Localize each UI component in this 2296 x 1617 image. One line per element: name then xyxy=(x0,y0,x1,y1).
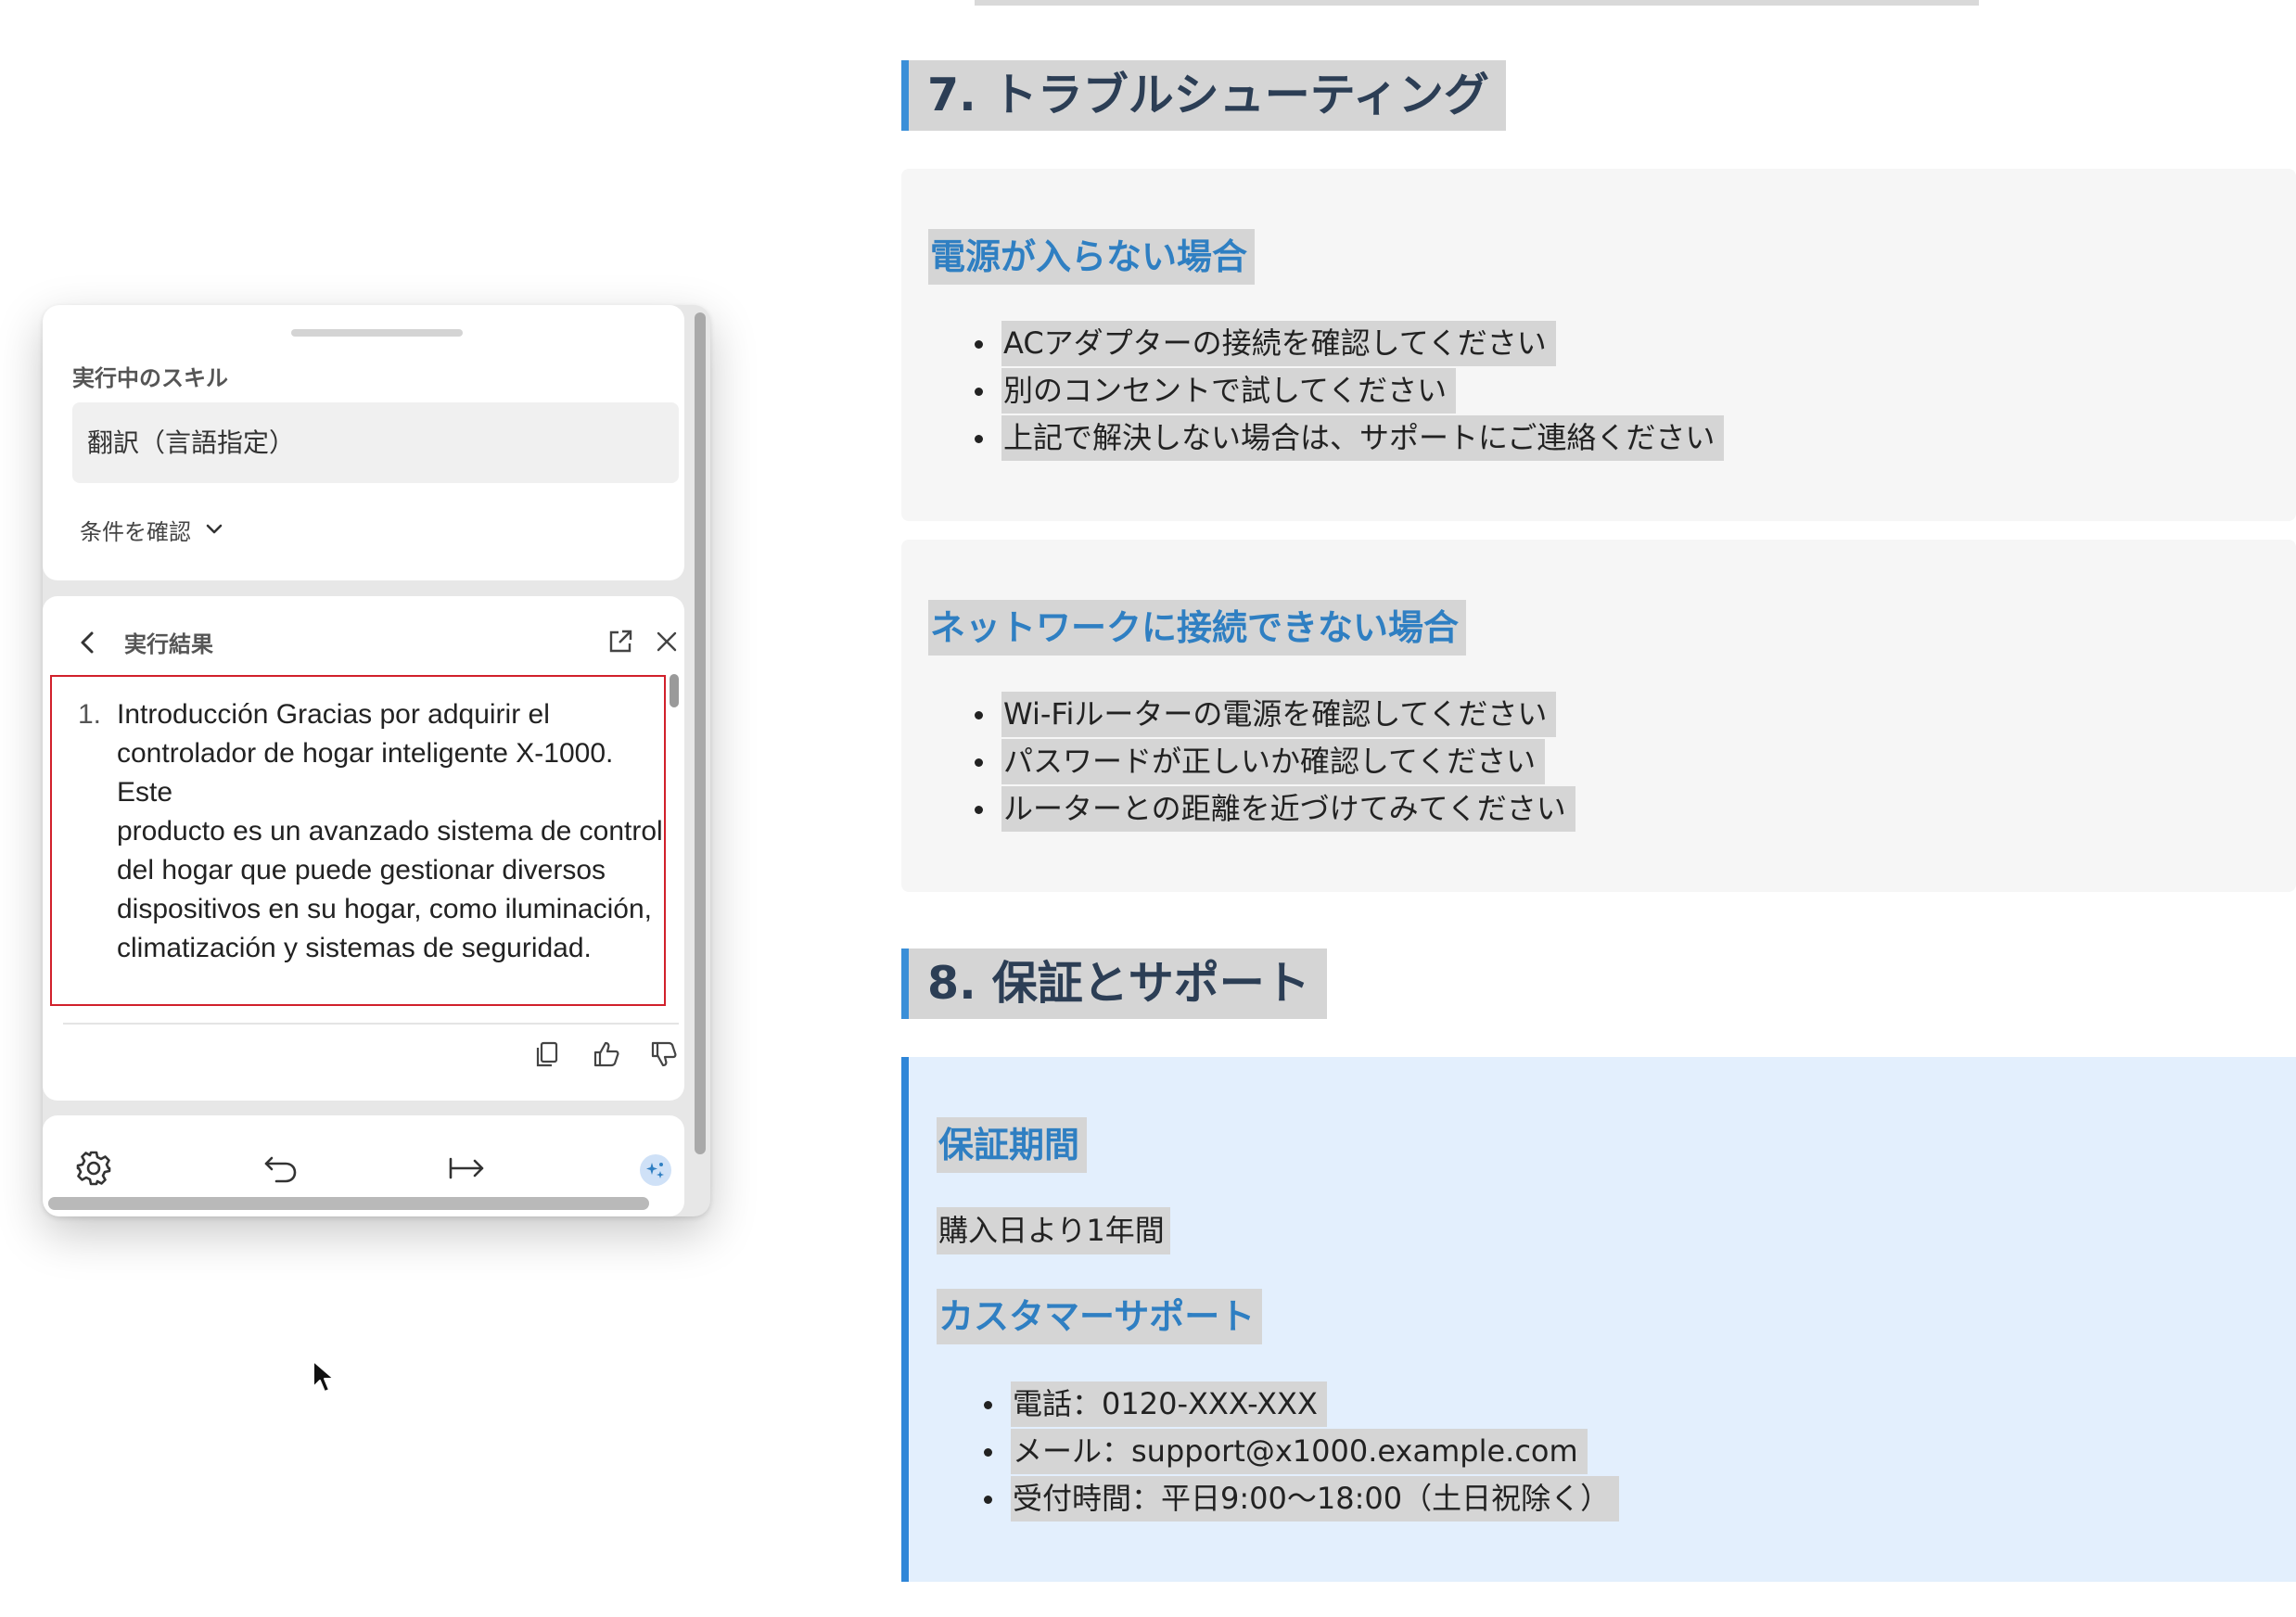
copy-icon[interactable] xyxy=(532,1039,562,1069)
list-item: 受付時間：平日9:00〜18:00（土日祝除く） xyxy=(983,1475,1620,1522)
power-issue-list: ACアダプターの接続を確認してください 別のコンセントで試してください 上記で解… xyxy=(974,320,1725,462)
chevron-left-icon[interactable] xyxy=(74,629,102,656)
network-issue-box: ネットワークに接続できない場合 Wi-Fiルーターの電源を確認してください パス… xyxy=(901,540,2296,892)
skill-label: 実行中のスキル xyxy=(72,365,228,391)
result-scrollbar[interactable] xyxy=(670,674,679,707)
network-issue-heading: ネットワークに接続できない場合 xyxy=(928,600,1467,656)
warranty-support-box: 保証期間 購入日より1年間 カスタマーサポート 電話：0120-XXX-XXX … xyxy=(901,1057,2296,1582)
thumbs-down-icon[interactable] xyxy=(649,1039,679,1069)
power-issue-box: 電源が入らない場合 ACアダプターの接続を確認してください 別のコンセントで試し… xyxy=(901,169,2296,521)
conditions-toggle-label: 条件を確認 xyxy=(80,518,191,545)
list-item: 別のコンセントで試してください xyxy=(974,367,1724,414)
gear-icon[interactable] xyxy=(74,1149,113,1188)
network-issue-list: Wi-Fiルーターの電源を確認してください パスワードが正しいか確認してください… xyxy=(975,691,1575,833)
power-issue-heading: 電源が入らない場合 xyxy=(928,229,1256,285)
insert-arrow-icon[interactable] xyxy=(447,1149,486,1188)
result-item-1: 1. Introducción Gracias por adquirir el … xyxy=(78,699,663,963)
drag-handle[interactable] xyxy=(291,329,463,337)
customer-support-heading: カスタマーサポート xyxy=(937,1289,1263,1344)
mouse-cursor-icon xyxy=(313,1360,335,1393)
skill-card: 実行中のスキル 翻訳（言語指定） 条件を確認 xyxy=(43,305,684,580)
sparkle-icon[interactable] xyxy=(640,1154,671,1186)
external-link-icon[interactable] xyxy=(606,628,634,656)
panel-horizontal-scrollbar[interactable] xyxy=(48,1197,649,1210)
customer-support-list: 電話：0120-XXX-XXX メール：support@x1000.exampl… xyxy=(983,1381,1620,1522)
result-item-2: 2. Advertencias de seguridad No desmonte… xyxy=(52,997,664,1004)
section-8-heading: 8. 保証とサポート xyxy=(901,949,1327,1019)
warranty-period-text: 購入日より1年間 xyxy=(937,1207,1170,1254)
result-title: 実行結果 xyxy=(124,631,213,657)
list-item: Wi-Fiルーターの電源を確認してください xyxy=(975,691,1575,738)
panel-vertical-scrollbar[interactable] xyxy=(695,312,706,1154)
undo-icon[interactable] xyxy=(261,1149,300,1188)
divider xyxy=(63,1023,679,1025)
warranty-heading: 保証期間 xyxy=(937,1117,1088,1173)
conditions-toggle[interactable]: 条件を確認 xyxy=(80,511,224,548)
section-divider xyxy=(975,0,1979,6)
result-content[interactable]: 1. Introducción Gracias por adquirir el … xyxy=(50,675,666,1006)
thumbs-up-icon[interactable] xyxy=(592,1039,621,1069)
list-item: メール：support@x1000.example.com xyxy=(983,1428,1619,1475)
list-item: パスワードが正しいか確認してください xyxy=(975,738,1575,785)
list-item: ルーターとの距離を近づけてみてください xyxy=(975,785,1575,833)
section-7-heading: 7. トラブルシューティング xyxy=(901,60,1506,131)
chevron-down-icon xyxy=(206,524,223,534)
list-item: 上記で解決しない場合は、サポートにご連絡ください xyxy=(974,414,1725,462)
list-item: 電話：0120-XXX-XXX xyxy=(983,1381,1619,1428)
skill-name-field: 翻訳（言語指定） xyxy=(72,402,679,483)
skill-panel: 実行中のスキル 翻訳（言語指定） 条件を確認 実行結果 1. Introducc… xyxy=(43,305,710,1216)
list-item: ACアダプターの接続を確認してください xyxy=(974,320,1724,367)
close-icon[interactable] xyxy=(653,628,681,656)
result-card: 実行結果 1. Introducción Gracias por adquiri… xyxy=(43,596,684,1101)
section-8-title: 8. 保証とサポート xyxy=(909,949,1327,1019)
section-7-title: 7. トラブルシューティング xyxy=(909,60,1506,131)
